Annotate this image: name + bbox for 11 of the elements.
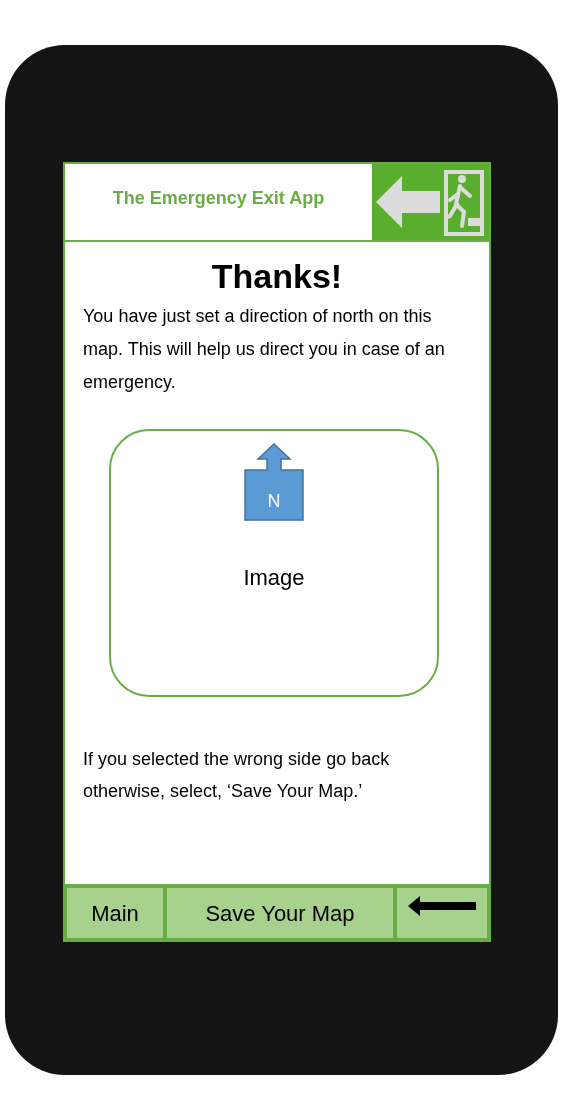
exit-sign-icon bbox=[372, 164, 489, 240]
arrow-left-icon bbox=[408, 896, 476, 916]
message-text: You have just set a direction of north on this map. This will help us direct you in case of an emergency. bbox=[82, 305, 446, 394]
image-label: Image bbox=[243, 564, 305, 592]
nav-button[interactable]: Main bbox=[65, 886, 165, 940]
app-title: The Emergency Exit App bbox=[112, 186, 325, 210]
nav-button[interactable]: Save Your Map bbox=[165, 886, 395, 940]
hint-text: If you selected the wrong side go back otherwise, select, ‘Save Your Map.’ bbox=[82, 748, 391, 803]
north-marker: N bbox=[243, 443, 305, 521]
back-button[interactable] bbox=[395, 886, 489, 940]
heading: Thanks! bbox=[210, 256, 344, 297]
